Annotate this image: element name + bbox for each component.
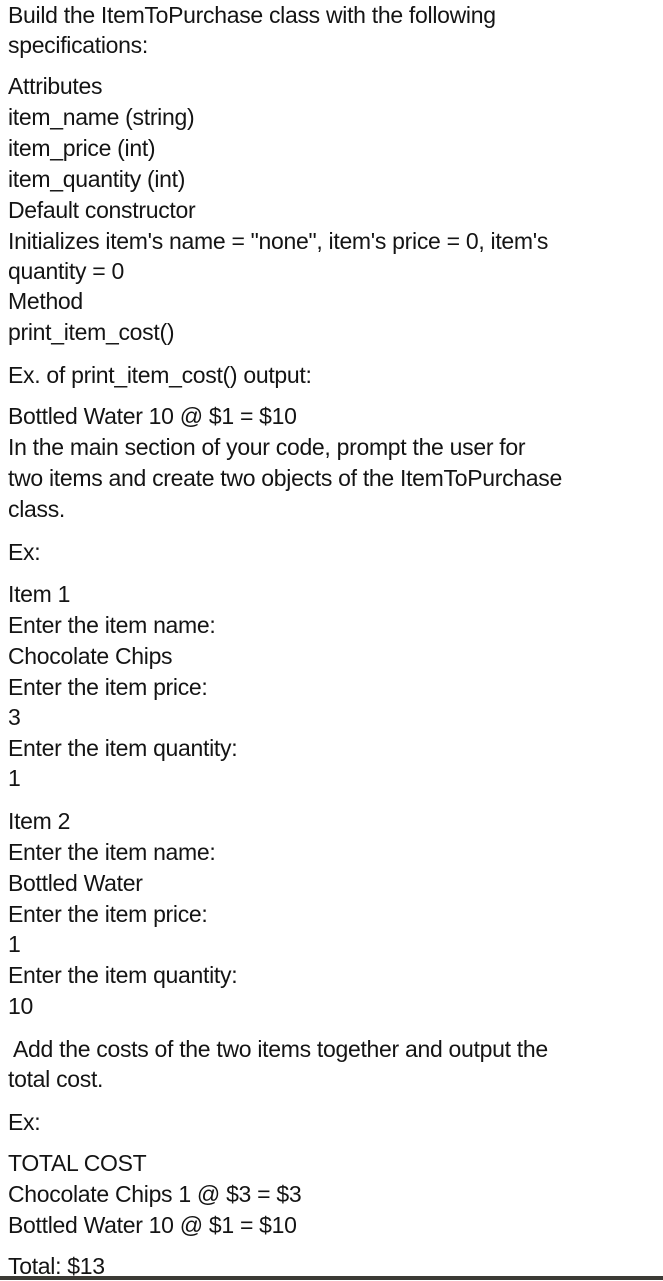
attribute-item: item_price (int) [8, 135, 156, 161]
item2-title: Item 2 [8, 808, 71, 834]
main-instructions-line-3: class. [8, 496, 65, 522]
item1-name-value: Chocolate Chips [8, 643, 173, 669]
total-instructions-line-2: total cost. [8, 1066, 104, 1092]
item2-name-value: Bottled Water [8, 870, 143, 896]
item1-name-prompt: Enter the item name: [8, 612, 216, 638]
total-cost-header: TOTAL COST [8, 1150, 147, 1176]
main-instructions-line-2: two items and create two objects of the … [8, 465, 562, 491]
constructor-desc-line-1: Initializes item's name = "none", item's… [8, 228, 549, 254]
item2-quantity-prompt: Enter the item quantity: [8, 962, 238, 988]
item1-quantity-value: 1 [8, 765, 21, 791]
total-cost-line: Bottled Water 10 @ $1 = $10 [8, 1212, 297, 1238]
bottom-border [0, 1276, 663, 1280]
main-instructions-line-1: In the main section of your code, prompt… [8, 434, 526, 460]
example-output-label: Ex. of print_item_cost() output: [8, 362, 312, 388]
heading-line-2: specifications: [8, 32, 148, 58]
attributes-label: Attributes [8, 73, 103, 99]
attribute-item: item_name (string) [8, 104, 195, 130]
total-instructions-line-1: Add the costs of the two items together … [13, 1036, 548, 1062]
item2-name-prompt: Enter the item name: [8, 839, 216, 865]
method-label: Method [8, 288, 83, 314]
example-label: Ex: [8, 1109, 41, 1135]
constructor-desc-line-2: quantity = 0 [8, 258, 124, 284]
item2-quantity-value: 10 [8, 993, 33, 1019]
item2-price-value: 1 [8, 931, 21, 957]
total-cost-line: Chocolate Chips 1 @ $3 = $3 [8, 1181, 302, 1207]
method-name: print_item_cost() [8, 319, 175, 345]
item1-quantity-prompt: Enter the item quantity: [8, 735, 238, 761]
constructor-label: Default constructor [8, 197, 196, 223]
example-label: Ex: [8, 539, 41, 565]
item1-price-value: 3 [8, 704, 21, 730]
item1-title: Item 1 [8, 581, 71, 607]
heading-line-1: Build the ItemToPurchase class with the … [8, 2, 496, 28]
item2-price-prompt: Enter the item price: [8, 901, 208, 927]
item1-price-prompt: Enter the item price: [8, 674, 208, 700]
attribute-item: item_quantity (int) [8, 166, 186, 192]
example-output-line: Bottled Water 10 @ $1 = $10 [8, 403, 297, 429]
